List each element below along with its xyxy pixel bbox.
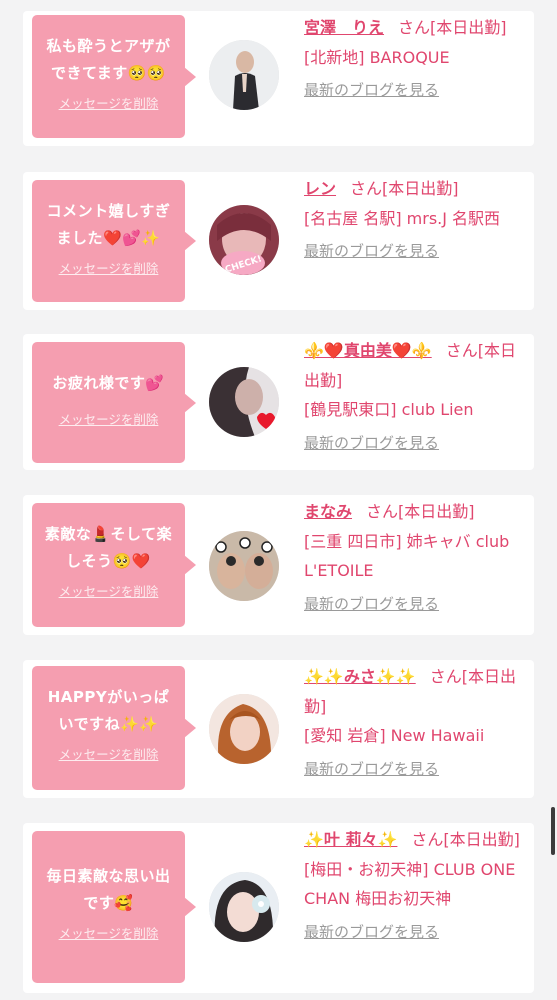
avatar[interactable] [209, 40, 279, 110]
work-status: さん[本日出勤] [350, 179, 459, 198]
message-card: 毎日素敵な思い出です🥰 メッセージを削除 ✨叶 莉々✨ さん[本日出勤] [梅田・… [23, 823, 534, 993]
girl-name-link[interactable]: 宮澤 りえ [304, 18, 384, 37]
latest-blog-link[interactable]: 最新のブログを見る [304, 429, 439, 459]
message-bubble: 素敵な💄そして楽しそう🥺❤️ メッセージを削除 [32, 503, 196, 627]
shop-name: [三重 四日市] 姉キャバ club L'ETOILE [304, 531, 510, 581]
message-card: コメント嬉しすぎました❤️💕✨ メッセージを削除 CHECK! レン さん[本日出… [23, 172, 534, 310]
message-text: 素敵な💄そして楽しそう🥺❤️ [44, 525, 173, 570]
message-card: 素敵な💄そして楽しそう🥺❤️ メッセージを削除 まなみ さん[本日出勤] [三重 … [23, 495, 534, 635]
shop-name: [鶴見駅東口] club Lien [304, 400, 474, 419]
shop-name: [愛知 岩倉] New Hawaii [304, 726, 485, 745]
delete-message-link[interactable]: メッセージを削除 [59, 93, 159, 112]
girl-info: まなみ さん[本日出勤] [三重 四日市] 姉キャバ club L'ETOILE … [304, 497, 530, 619]
girl-info: 宮澤 りえ さん[本日出勤] [北新地] BAROQUE 最新のブログを見る [304, 13, 530, 106]
message-text: お疲れ様です💕 [52, 374, 165, 392]
avatar-photo-panda-icon [209, 531, 279, 601]
shop-name: [北新地] BAROQUE [304, 47, 450, 67]
message-text: 毎日素敵な思い出です🥰 [46, 867, 171, 912]
message-card: HAPPYがいっぱいですね✨✨ メッセージを削除 ✨✨みさ✨✨ さん[本日出勤] … [23, 660, 534, 798]
avatar-photo-heart-icon [209, 367, 279, 437]
message-card: お疲れ様です💕 メッセージを削除 ⚜️❤️真由美❤️⚜️ さん[本日出勤] [鶴見… [23, 334, 534, 470]
message-text: コメント嬉しすぎました❤️💕✨ [46, 202, 171, 247]
girl-name-link[interactable]: ✨✨みさ✨✨ [304, 667, 416, 686]
shop-name: [名古屋 名駅] mrs.J 名駅西 [304, 208, 501, 228]
delete-message-link[interactable]: メッセージを削除 [59, 258, 159, 277]
avatar-photo-icon [209, 40, 279, 110]
message-bubble: HAPPYがいっぱいですね✨✨ メッセージを削除 [32, 666, 196, 790]
delete-message-link[interactable]: メッセージを削除 [59, 744, 159, 763]
avatar-photo-flower-icon [209, 872, 279, 942]
latest-blog-link[interactable]: 最新のブログを見る [304, 755, 439, 785]
avatar[interactable]: CHECK! [209, 205, 279, 275]
message-text: HAPPYがいっぱいですね✨✨ [47, 688, 170, 733]
message-bubble: お疲れ様です💕 メッセージを削除 [32, 342, 196, 463]
avatar[interactable] [209, 531, 279, 601]
message-card: 私も酔うとアザができてます🥺🥺 メッセージを削除 宮澤 りえ さん[本日出勤] [… [23, 11, 534, 146]
latest-blog-link[interactable]: 最新のブログを見る [304, 590, 439, 620]
work-status: さん[本日出勤] [411, 830, 520, 849]
message-bubble: コメント嬉しすぎました❤️💕✨ メッセージを削除 [32, 180, 196, 302]
avatar[interactable] [209, 367, 279, 437]
avatar[interactable] [209, 694, 279, 764]
message-bubble: 私も酔うとアザができてます🥺🥺 メッセージを削除 [32, 15, 196, 138]
avatar-photo-check-icon: CHECK! [209, 205, 279, 275]
work-status: さん[本日出勤] [366, 502, 475, 521]
avatar[interactable] [209, 872, 279, 942]
message-text: 私も酔うとアザができてます🥺🥺 [46, 37, 171, 82]
work-status: さん[本日出勤] [398, 18, 507, 37]
latest-blog-link[interactable]: 最新のブログを見る [304, 918, 439, 948]
girl-info: ✨✨みさ✨✨ さん[本日出勤] [愛知 岩倉] New Hawaii 最新のブログ… [304, 662, 530, 784]
girl-info: ✨叶 莉々✨ さん[本日出勤] [梅田・お初天神] CLUB ONE CHAN 梅… [304, 825, 530, 947]
delete-message-link[interactable]: メッセージを削除 [59, 923, 159, 942]
latest-blog-link[interactable]: 最新のブログを見る [304, 237, 439, 267]
girl-info: ⚜️❤️真由美❤️⚜️ さん[本日出勤] [鶴見駅東口] club Lien 最新… [304, 336, 530, 458]
shop-name: [梅田・お初天神] CLUB ONE CHAN 梅田お初天神 [304, 859, 516, 909]
scrollbar[interactable] [551, 807, 555, 855]
latest-blog-link[interactable]: 最新のブログを見る [304, 76, 439, 106]
girl-info: レン さん[本日出勤] [名古屋 名駅] mrs.J 名駅西 最新のブログを見る [304, 174, 530, 267]
girl-name-link[interactable]: ⚜️❤️真由美❤️⚜️ [304, 341, 432, 360]
girl-name-link[interactable]: レン [304, 179, 336, 198]
message-bubble: 毎日素敵な思い出です🥰 メッセージを削除 [32, 831, 196, 983]
delete-message-link[interactable]: メッセージを削除 [59, 581, 159, 600]
girl-name-link[interactable]: まなみ [304, 502, 352, 521]
girl-name-link[interactable]: ✨叶 莉々✨ [304, 830, 397, 849]
avatar-photo-icon [209, 694, 279, 764]
delete-message-link[interactable]: メッセージを削除 [59, 409, 159, 428]
